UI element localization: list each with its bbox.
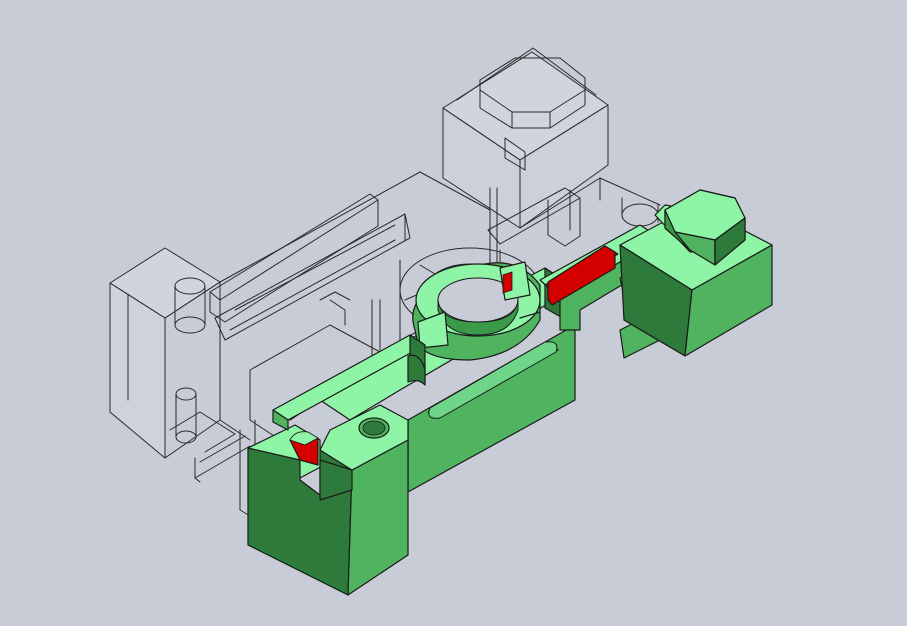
cad-viewport[interactable] — [0, 0, 907, 626]
cad-model[interactable] — [0, 0, 907, 626]
left-block-wireframe — [109, 247, 251, 459]
ring-boss — [412, 261, 541, 361]
left-block — [247, 404, 409, 596]
solid-green-part[interactable] — [247, 189, 773, 596]
tower-wireframe — [442, 47, 609, 229]
